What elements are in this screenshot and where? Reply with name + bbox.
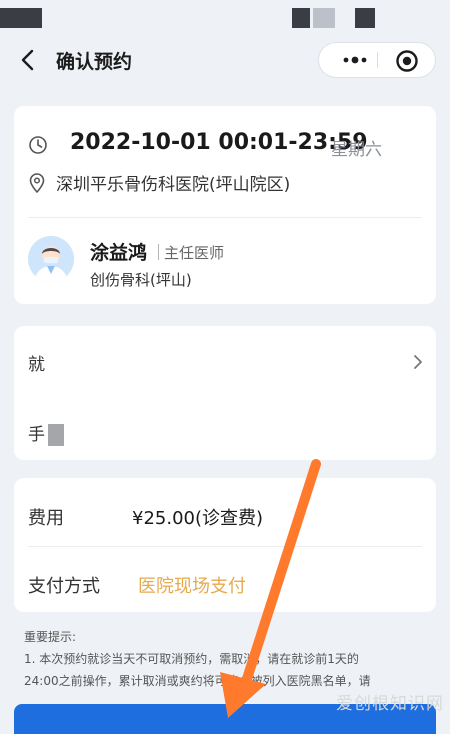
appointment-datetime: 2022-10-01 00:01-23:59	[70, 130, 368, 155]
mini-program-capsule	[318, 42, 436, 78]
page-title: 确认预约	[56, 51, 133, 73]
location-pin-icon	[29, 173, 45, 193]
status-bar-redaction	[292, 8, 310, 28]
appointment-card: 2022-10-01 00:01-23:59 星期六 深圳平乐骨伤科医院(坪山院…	[14, 106, 436, 304]
patient-info-card: 就 手	[14, 326, 436, 460]
doctor-avatar	[28, 236, 74, 282]
phone-row[interactable]: 手	[14, 404, 436, 460]
patient-select-row[interactable]: 就	[14, 334, 436, 390]
doctor-name: 涂益鸿	[90, 242, 148, 264]
card-divider	[28, 217, 422, 218]
clock-icon	[29, 136, 47, 154]
status-bar-redaction	[355, 8, 375, 28]
status-bar-redaction	[0, 8, 42, 28]
capsule-divider	[377, 52, 378, 68]
card-divider	[28, 546, 422, 547]
title-separator	[158, 244, 159, 260]
status-bar-redaction	[313, 8, 335, 28]
fee-label: 费用	[28, 508, 64, 529]
chevron-right-icon	[414, 355, 422, 369]
back-arrow-icon[interactable]	[18, 48, 40, 72]
redacted-content	[48, 424, 64, 446]
patient-row-label: 就	[28, 355, 45, 375]
fee-value: ¥25.00(诊查费)	[132, 508, 264, 529]
more-options-icon[interactable]	[335, 43, 375, 77]
hospital-row: 深圳平乐骨伤科医院(坪山院区)	[28, 170, 428, 196]
phone-row-label: 手	[28, 425, 45, 445]
fee-card: 费用 ¥25.00(诊查费) 支付方式 医院现场支付	[14, 478, 436, 612]
payment-method-row: 支付方式 医院现场支付	[14, 552, 436, 608]
doctor-title: 主任医师	[164, 244, 225, 262]
department-name: 创伤骨科(坪山)	[90, 271, 192, 289]
payment-method-value: 医院现场支付	[138, 576, 246, 597]
status-bar	[0, 0, 450, 32]
watermark: 爱创根知识网	[336, 694, 444, 714]
fee-row: 费用 ¥25.00(诊查费)	[14, 484, 436, 540]
important-notice: 重要提示: 1. 本次预约就诊当天不可取消预约，需取消，请在就诊前1天的 24:…	[24, 626, 424, 692]
notice-title: 重要提示:	[24, 630, 77, 644]
hospital-name: 深圳平乐骨伤科医院(坪山院区)	[56, 175, 291, 195]
payment-method-label: 支付方式	[28, 576, 100, 597]
close-mini-program-icon[interactable]	[395, 49, 419, 73]
nav-bar: 确认预约	[0, 38, 450, 82]
notice-line-1: 1. 本次预约就诊当天不可取消预约，需取消，请在就诊前1天的	[24, 652, 359, 666]
appointment-weekday: 星期六	[331, 140, 382, 160]
